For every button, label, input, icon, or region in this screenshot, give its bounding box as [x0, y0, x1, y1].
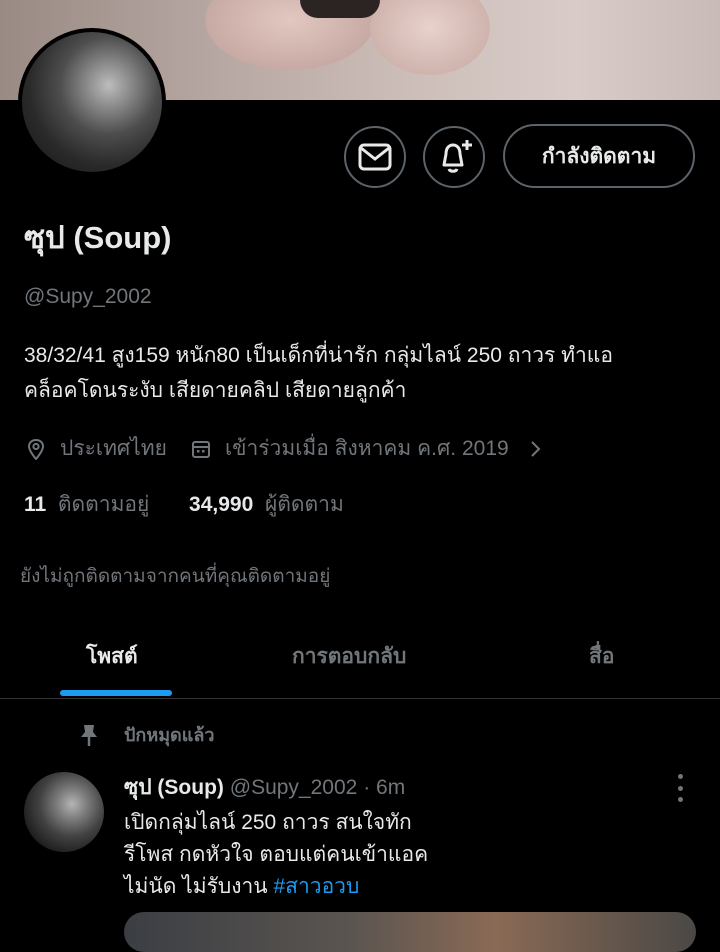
profile-joined-date: เข้าร่วมเมื่อ สิงหาคม ค.ศ. 2019: [224, 437, 509, 460]
profile-display-name: ซุป (Soup): [24, 220, 172, 255]
not-followed-note: ยังไม่ถูกติดตามจากคนที่คุณติดตามอยู่: [20, 566, 331, 587]
profile-location: ประเทศไทย: [60, 437, 167, 460]
message-button[interactable]: [344, 126, 406, 188]
follow-stats: 11 ติดตามอยู่ 34,990 ผู้ติดตาม: [24, 488, 344, 521]
bio-line: 38/32/41 สูง159 หนัก80 เป็นเด็กที่น่ารัก…: [24, 344, 613, 367]
bio-line: คล็อคโดนระงับ เสียดายคลิป เสียดายลูกค้า: [24, 379, 407, 402]
profile-bio: 38/32/41 สูง159 หนัก80 เป็นเด็กที่น่ารัก…: [24, 338, 714, 408]
tweet-header: ซุป (Soup) @Supy_2002 · 6m: [124, 771, 405, 804]
profile-tabs: โพสต์ การตอบกลับ สื่อ: [0, 620, 720, 699]
hashtag-link[interactable]: #สาวอวบ: [273, 875, 359, 898]
tweet-line-3: ไม่นัด ไม่รับงาน #สาวอวบ: [124, 871, 428, 903]
tweet-line: ไม่นัด ไม่รับงาน: [124, 875, 274, 898]
tweet-time[interactable]: · 6m: [363, 776, 405, 799]
pinned-indicator: ปักหมุดแล้ว: [78, 720, 214, 749]
tweet-avatar[interactable]: [24, 772, 104, 852]
active-tab-indicator: [60, 690, 172, 696]
tab-replies[interactable]: การตอบกลับ: [292, 640, 406, 673]
bell-plus-icon: [442, 140, 472, 173]
followers-count: 34,990: [189, 493, 254, 516]
tweet-media[interactable]: [124, 912, 696, 952]
notify-button[interactable]: [423, 126, 485, 188]
followers-link[interactable]: 34,990 ผู้ติดตาม: [189, 493, 344, 516]
more-options-icon[interactable]: [676, 774, 684, 802]
tweet-line: รีโพส กดหัวใจ ตอบแต่คนเข้าแอค: [124, 843, 429, 866]
tweet-text: เปิดกลุ่มไลน์ 250 ถาวร สนใจทัก รีโพส กดห…: [124, 807, 428, 903]
followers-label: ผู้ติดตาม: [264, 493, 344, 516]
chevron-right-icon[interactable]: [523, 437, 547, 461]
following-button[interactable]: กำลังติดตาม: [503, 124, 695, 188]
profile-handle: @Supy_2002: [24, 285, 152, 308]
tab-media[interactable]: สื่อ: [589, 640, 614, 673]
location-pin-icon: [24, 437, 48, 461]
following-count: 11: [24, 493, 47, 516]
following-label: ติดตามอยู่: [57, 493, 150, 516]
calendar-icon: [189, 437, 213, 461]
pin-icon: [78, 722, 100, 748]
tweet-author-name[interactable]: ซุป (Soup): [124, 776, 224, 799]
pinned-label: ปักหมุดแล้ว: [124, 725, 215, 745]
envelope-icon: [358, 143, 392, 171]
tweet-line: เปิดกลุ่มไลน์ 250 ถาวร สนใจทัก: [124, 811, 412, 834]
profile-meta: ประเทศไทย เข้าร่วมเมื่อ สิงหาคม ค.ศ. 201…: [24, 432, 559, 465]
tab-posts[interactable]: โพสต์: [86, 640, 138, 673]
tweet-author-handle[interactable]: @Supy_2002: [230, 776, 358, 799]
profile-avatar[interactable]: [18, 28, 166, 176]
following-button-label: กำลังติดตาม: [541, 144, 657, 168]
following-link[interactable]: 11 ติดตามอยู่: [24, 493, 149, 516]
